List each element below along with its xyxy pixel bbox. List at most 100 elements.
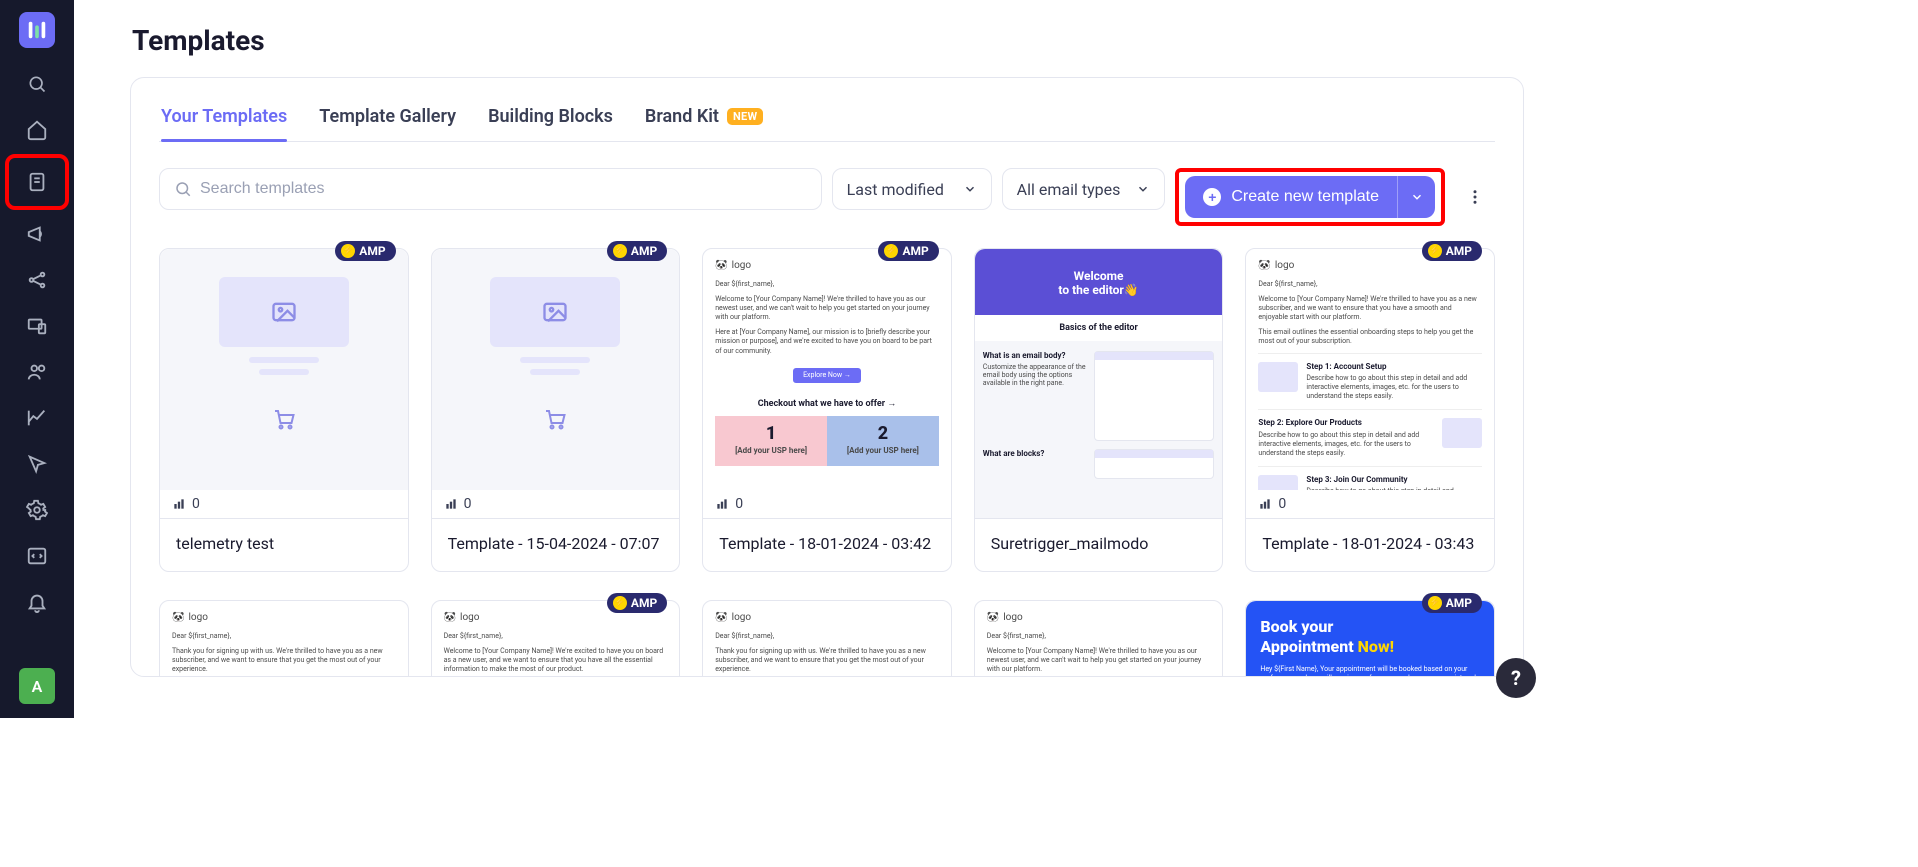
chevron-down-icon bbox=[1136, 182, 1150, 196]
cart-icon bbox=[543, 407, 567, 431]
sidebar-automation[interactable] bbox=[11, 444, 63, 484]
template-card[interactable]: ⚡AMP 0 Template - 15-04-2024 - 07:07 bbox=[431, 248, 681, 572]
editor-preview: Welcome to the editor👋 Basics of the edi… bbox=[975, 249, 1223, 518]
tabs: Your Templates Template Gallery Building… bbox=[159, 106, 1495, 142]
bar-icon bbox=[715, 497, 729, 511]
usage-stat: 0 bbox=[160, 490, 408, 518]
amp-badge: ⚡AMP bbox=[1422, 593, 1482, 613]
app-logo[interactable] bbox=[19, 12, 55, 48]
sort-label: Last modified bbox=[847, 180, 944, 199]
image-placeholder-icon bbox=[490, 277, 620, 347]
card-preview: 🐼 logo Dear ${first_name}, Welcome to [Y… bbox=[703, 249, 951, 519]
search-icon bbox=[174, 180, 192, 198]
template-card[interactable]: 🐼 logo Dear ${first_name}, Thank you for… bbox=[159, 600, 409, 677]
card-preview: 0 bbox=[432, 249, 680, 519]
devices-icon bbox=[26, 315, 48, 337]
sidebar-notifications[interactable] bbox=[11, 582, 63, 622]
usage-stat: 0 bbox=[703, 490, 951, 518]
card-title: Template - 15-04-2024 - 07:07 bbox=[432, 519, 680, 571]
home-icon bbox=[26, 119, 48, 141]
sidebar-analytics[interactable] bbox=[11, 398, 63, 438]
template-card[interactable]: Welcome to the editor👋 Basics of the edi… bbox=[974, 248, 1224, 572]
sidebar-devices[interactable] bbox=[11, 306, 63, 346]
template-card[interactable]: 🐼 logo Dear ${first_name}, Welcome to [Y… bbox=[974, 600, 1224, 677]
template-card[interactable]: ⚡AMP 0 telemetry test bbox=[159, 248, 409, 572]
logo-icon bbox=[26, 19, 48, 41]
search-box[interactable] bbox=[159, 168, 822, 210]
usage-stat: 0 bbox=[1246, 490, 1494, 518]
usage-stat: 0 bbox=[432, 490, 680, 518]
templates-toolbar: Last modified All email types + Create n… bbox=[159, 168, 1495, 226]
plus-icon: + bbox=[1203, 188, 1221, 206]
bell-icon bbox=[26, 591, 48, 613]
sidebar-templates[interactable] bbox=[5, 154, 69, 210]
card-preview: 🐼 logo Dear ${first_name}, Welcome to [Y… bbox=[975, 601, 1223, 677]
amp-badge: ⚡AMP bbox=[1422, 241, 1482, 261]
tab-label: Building Blocks bbox=[488, 106, 613, 127]
bar-icon bbox=[444, 497, 458, 511]
sidebar-share[interactable] bbox=[11, 260, 63, 300]
amp-badge: ⚡AMP bbox=[335, 241, 395, 261]
amp-badge: ⚡AMP bbox=[607, 593, 667, 613]
document-icon bbox=[26, 171, 48, 193]
help-button[interactable]: ? bbox=[1496, 658, 1536, 698]
cursor-icon bbox=[26, 453, 48, 475]
tab-your-templates[interactable]: Your Templates bbox=[161, 106, 287, 141]
create-template-dropdown[interactable] bbox=[1397, 176, 1435, 218]
steps-preview: 🐼 logo Dear ${first_name}, Welcome to [Y… bbox=[1246, 249, 1494, 518]
chevron-down-icon bbox=[963, 182, 977, 196]
card-title: Suretrigger_mailmodo bbox=[975, 519, 1223, 571]
amp-badge: ⚡AMP bbox=[607, 241, 667, 261]
filter-dropdown[interactable]: All email types bbox=[1002, 168, 1166, 210]
user-avatar[interactable]: A bbox=[19, 668, 55, 704]
tab-building-blocks[interactable]: Building Blocks bbox=[488, 106, 613, 141]
create-template-button[interactable]: + Create new template bbox=[1185, 176, 1397, 218]
card-preview: 🐼 logo Dear ${first_name}, Thank you for… bbox=[160, 601, 408, 677]
more-options-button[interactable] bbox=[1455, 168, 1495, 226]
sidebar-search[interactable] bbox=[11, 64, 63, 104]
preview-cta: Explore Now → bbox=[793, 368, 861, 383]
template-card[interactable]: ⚡AMP 🐼 logo Dear ${first_name}, Welcome … bbox=[431, 600, 681, 677]
sidebar-settings[interactable] bbox=[11, 490, 63, 530]
template-card[interactable]: ⚡AMP Book yourAppointment Now! Hey ${Fir… bbox=[1245, 600, 1495, 677]
card-preview: 🐼 logo Dear ${first_name}, Welcome to [Y… bbox=[1246, 249, 1494, 519]
sort-dropdown[interactable]: Last modified bbox=[832, 168, 992, 210]
email-preview: 🐼 logo Dear ${first_name}, Thank you for… bbox=[703, 601, 951, 677]
page-title: Templates bbox=[132, 24, 1524, 57]
new-badge: NEW bbox=[727, 108, 763, 125]
template-card[interactable]: ⚡AMP 🐼 logo Dear ${first_name}, Welcome … bbox=[1245, 248, 1495, 572]
code-icon bbox=[26, 545, 48, 567]
bolt-icon: ⚡ bbox=[613, 244, 627, 258]
chart-icon bbox=[26, 407, 48, 429]
sidebar-contacts[interactable] bbox=[11, 352, 63, 392]
template-card[interactable]: 🐼 logo Dear ${first_name}, Thank you for… bbox=[702, 600, 952, 677]
chevron-down-icon bbox=[1410, 190, 1424, 204]
card-preview: 🐼 logo Dear ${first_name}, Thank you for… bbox=[703, 601, 951, 677]
email-preview: 🐼 logo Dear ${first_name}, Welcome to [Y… bbox=[703, 249, 951, 518]
card-preview: 0 bbox=[160, 249, 408, 519]
amp-badge: ⚡AMP bbox=[878, 241, 938, 261]
search-icon bbox=[27, 74, 47, 94]
tab-gallery[interactable]: Template Gallery bbox=[319, 106, 456, 141]
template-card[interactable]: ⚡AMP 🐼 logo Dear ${first_name}, Welcome … bbox=[702, 248, 952, 572]
image-placeholder-icon bbox=[219, 277, 349, 347]
card-title: telemetry test bbox=[160, 519, 408, 571]
create-label: Create new template bbox=[1231, 188, 1379, 206]
question-icon: ? bbox=[1511, 666, 1521, 690]
sidebar-code[interactable] bbox=[11, 536, 63, 576]
sidebar-campaigns[interactable] bbox=[11, 214, 63, 254]
tab-brand-kit[interactable]: Brand KitNEW bbox=[645, 106, 764, 141]
templates-panel: Your Templates Template Gallery Building… bbox=[130, 77, 1524, 677]
avatar-initial: A bbox=[32, 677, 43, 696]
gear-icon bbox=[26, 499, 48, 521]
search-input[interactable] bbox=[200, 180, 807, 198]
placeholder-preview bbox=[432, 249, 680, 518]
card-preview: Welcome to the editor👋 Basics of the edi… bbox=[975, 249, 1223, 519]
email-preview: 🐼 logo Dear ${first_name}, Welcome to [Y… bbox=[975, 601, 1223, 677]
bar-icon bbox=[172, 497, 186, 511]
cart-icon bbox=[272, 407, 296, 431]
sidebar-home[interactable] bbox=[11, 110, 63, 150]
bolt-icon: ⚡ bbox=[613, 596, 627, 610]
filter-label: All email types bbox=[1017, 180, 1121, 199]
bolt-icon: ⚡ bbox=[1428, 596, 1442, 610]
